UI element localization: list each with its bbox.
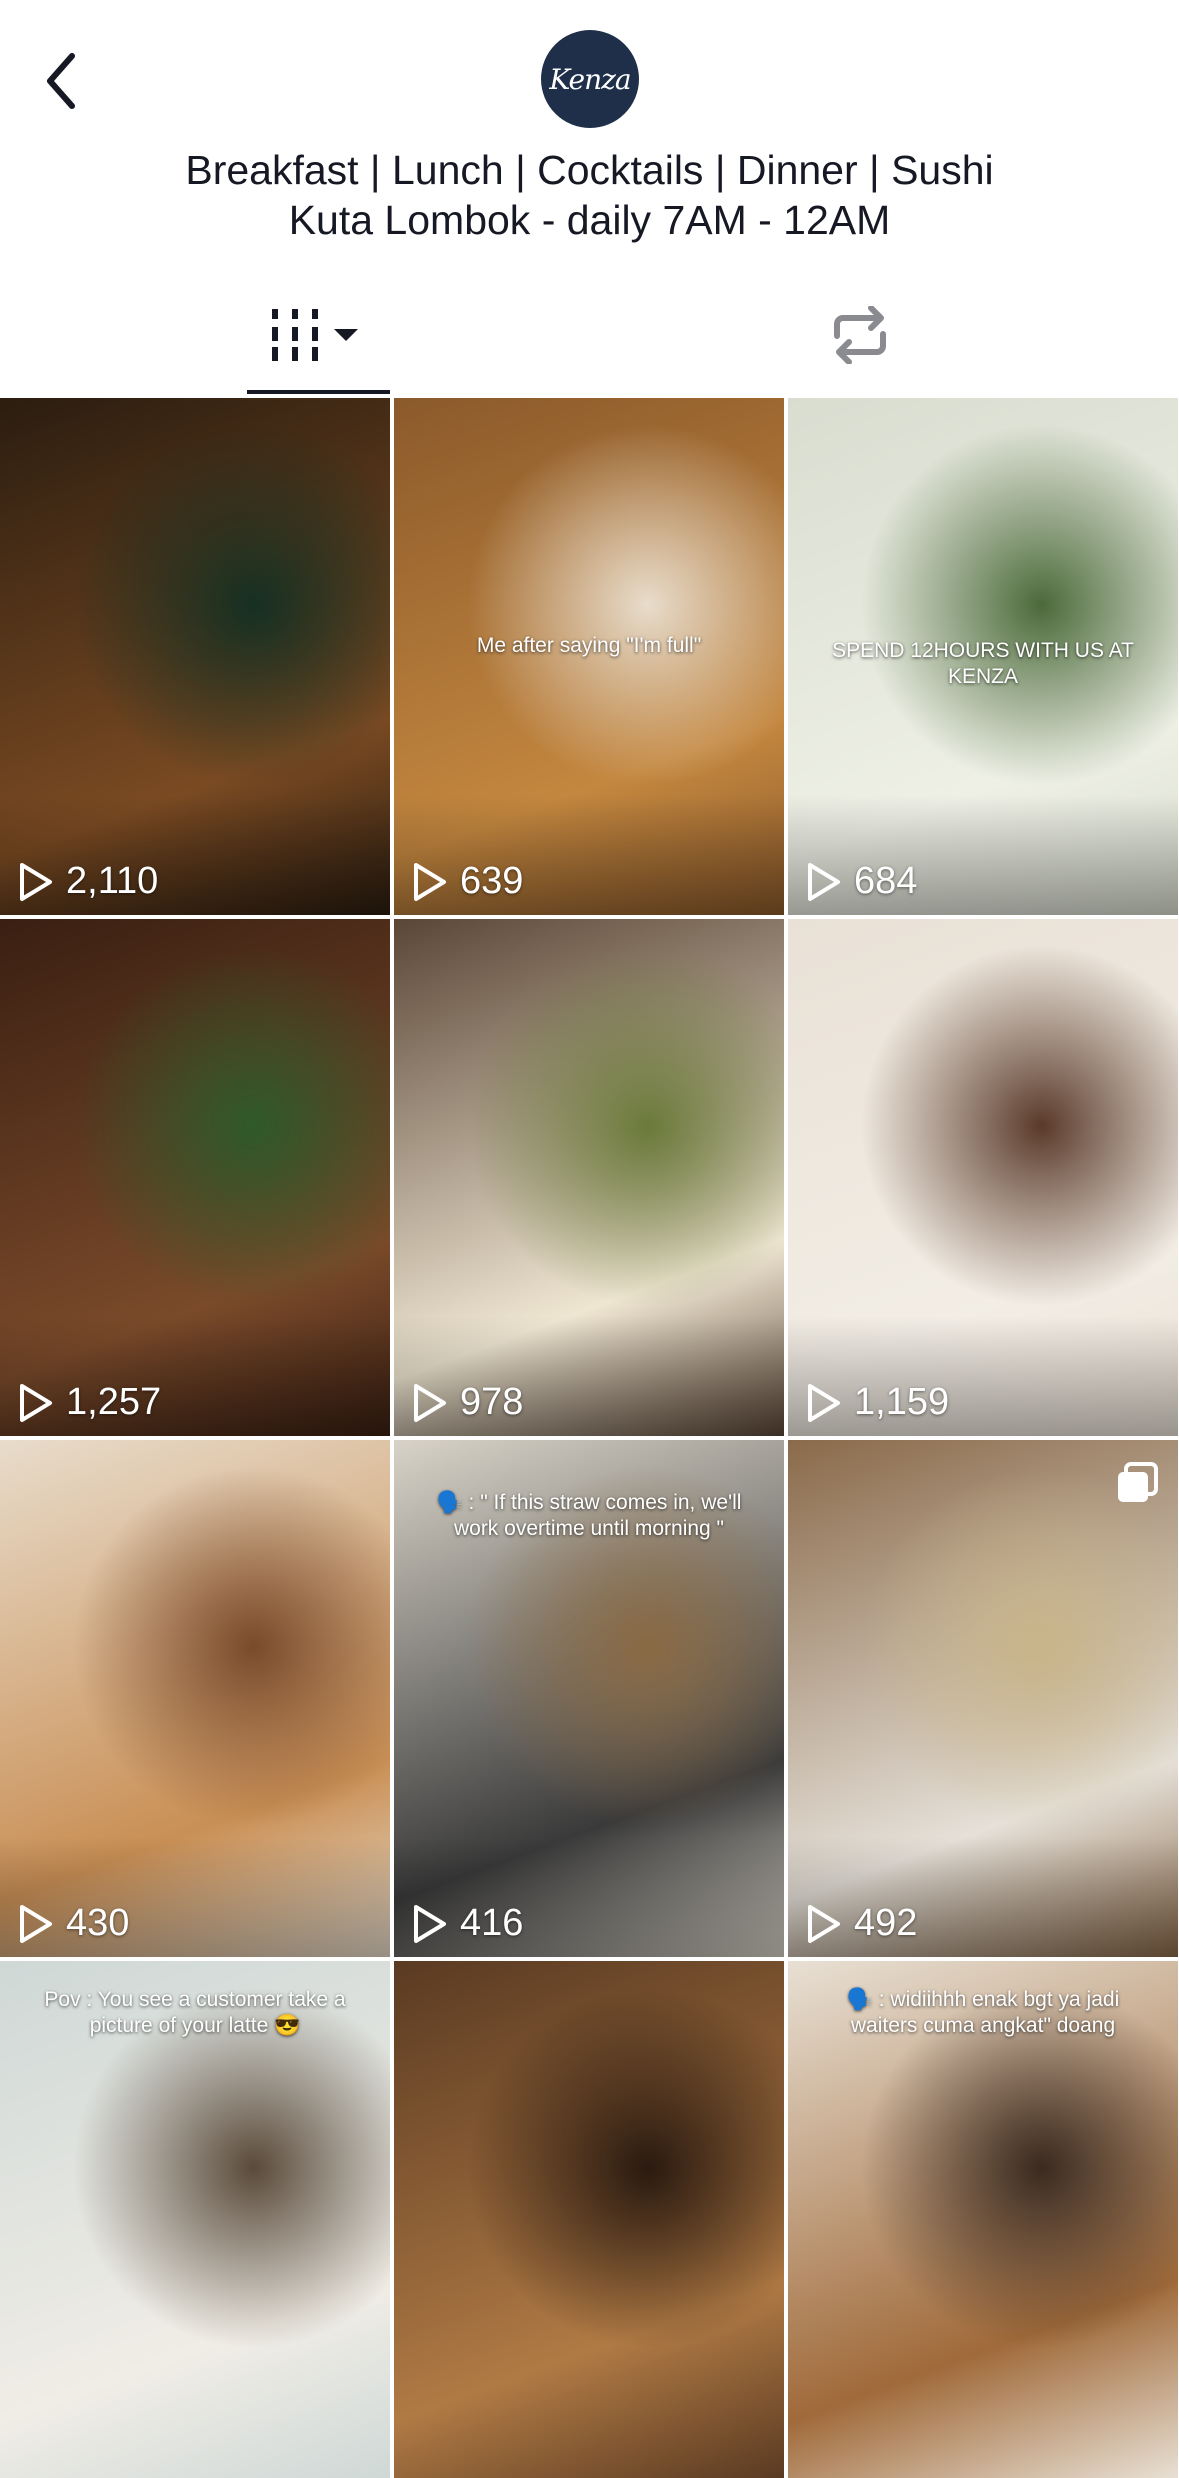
video-thumbnail[interactable]: 1,159 (788, 919, 1178, 1436)
play-icon (414, 1383, 446, 1422)
video-thumbnail[interactable] (394, 1961, 784, 2478)
video-thumbnail[interactable]: 🗣️ : widiihhh enak bgt ya jadi waiters c… (788, 1961, 1178, 2478)
thumbnail-image (394, 1961, 784, 2478)
back-button[interactable] (36, 48, 86, 114)
view-count: 1,159 (806, 1381, 949, 1424)
tab-selected-indicator (247, 390, 390, 394)
view-count: 978 (412, 1381, 523, 1424)
video-thumbnail[interactable]: Me after saying "I'm full" 639 (394, 398, 784, 915)
video-overlay-caption: Me after saying "I'm full" (476, 634, 702, 657)
multi-image-icon (1118, 1462, 1158, 1502)
view-count: 430 (18, 1902, 129, 1945)
view-count: 1,257 (18, 1381, 161, 1424)
bio-line-1: Breakfast | Lunch | Cocktails | Dinner |… (185, 147, 994, 193)
play-icon (808, 1904, 840, 1943)
chevron-left-icon (47, 53, 75, 109)
video-thumbnail[interactable]: 2,110 (0, 398, 390, 915)
play-icon (808, 1383, 840, 1422)
play-icon (20, 862, 52, 901)
view-count-label: 978 (460, 1381, 524, 1423)
view-count: 492 (806, 1902, 917, 1945)
view-count: 684 (806, 860, 917, 903)
view-count-label: 1,257 (66, 1381, 162, 1423)
view-count-label: 430 (66, 1902, 130, 1944)
video-overlay-caption: 🗣️ : widiihhh enak bgt ya jadi waiters c… (846, 1988, 1120, 2038)
play-icon (414, 1904, 446, 1943)
video-thumbnail[interactable]: 1,257 (0, 919, 390, 1436)
view-count: 2,110 (18, 860, 158, 903)
play-icon (20, 1383, 52, 1422)
repost-icon (834, 306, 886, 364)
view-count-label: 416 (460, 1902, 524, 1944)
video-overlay-caption: SPEND 12HOURS WITH US AT KENZA (832, 639, 1134, 689)
profile-header: Kenza Breakfast | Lunch | Cocktails | Di… (0, 0, 1179, 398)
play-icon (414, 862, 446, 901)
video-overlay-caption: 🗣️ : " If this straw comes in, we'll wor… (436, 1491, 742, 1541)
video-overlay-caption: Pov : You see a customer take a picture … (44, 1988, 346, 2038)
view-count-label: 639 (460, 860, 524, 902)
videos-grid-icon (272, 309, 358, 361)
view-count: 416 (412, 1902, 523, 1945)
video-thumbnail[interactable]: 430 (0, 1440, 390, 1957)
tab-videos[interactable] (248, 300, 388, 370)
avatar-logo-text: Kenza (549, 62, 631, 96)
avatar[interactable]: Kenza (541, 30, 639, 128)
play-icon (20, 1904, 52, 1943)
view-count-label: 492 (854, 1902, 918, 1944)
tab-reposts[interactable] (800, 300, 920, 370)
view-count-label: 684 (854, 860, 918, 902)
view-count-label: 1,159 (854, 1381, 950, 1423)
play-icon (808, 862, 840, 901)
video-thumbnail[interactable]: SPEND 12HOURS WITH US AT KENZA 684 (788, 398, 1178, 915)
video-thumbnail[interactable]: 🗣️ : " If this straw comes in, we'll wor… (394, 1440, 784, 1957)
video-thumbnail[interactable]: Pov : You see a customer take a picture … (0, 1961, 390, 2478)
view-count: 639 (412, 860, 523, 903)
video-thumbnail[interactable]: 492 (788, 1440, 1178, 1957)
video-thumbnail[interactable]: 978 (394, 919, 784, 1436)
view-count-label: 2,110 (66, 860, 159, 902)
bio-line-2: Kuta Lombok - daily 7AM - 12AM (288, 197, 891, 243)
